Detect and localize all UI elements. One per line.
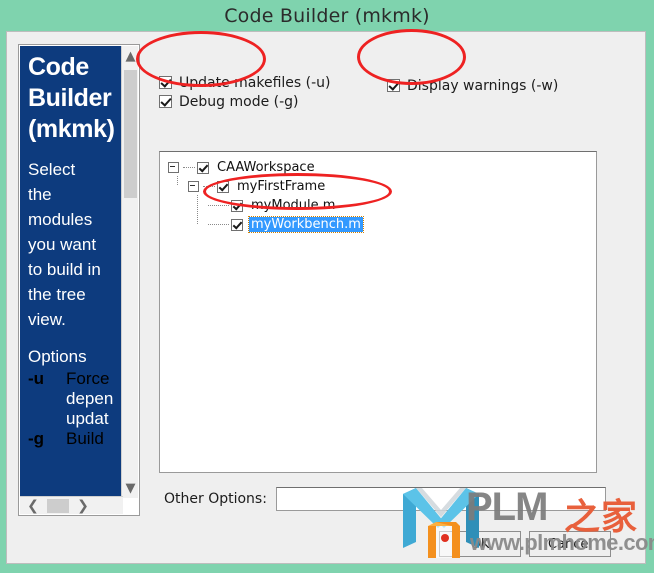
help-desc-line-7: view.	[28, 310, 66, 329]
tree-connector-line	[177, 176, 179, 185]
tree-node-checkbox[interactable]	[231, 199, 243, 212]
tree-node-checkbox[interactable]	[231, 218, 243, 231]
other-options-input[interactable]	[275, 487, 606, 511]
help-option-g: -g Build	[28, 429, 123, 449]
tree-node-label: myModule.m	[251, 198, 336, 213]
help-title-line-1: Code	[28, 53, 89, 81]
page-title: Code Builder (mkmk)	[224, 4, 430, 27]
tree-node-mymodule[interactable]: myModule.m	[208, 196, 596, 215]
help-title-line-2: Builder	[28, 84, 112, 112]
checkbox-display-warnings-box[interactable]	[387, 79, 400, 92]
checkbox-debug-mode[interactable]: Debug mode (-g)	[159, 93, 299, 110]
help-desc-line-5: to build in	[28, 260, 101, 279]
tree-node-caaworkspace[interactable]: CAAWorkspace	[168, 158, 596, 177]
window-title-bar: Code Builder (mkmk)	[0, 0, 654, 31]
help-desc-line-6: the tree	[28, 285, 86, 304]
checkbox-display-warnings-label: Display warnings (-w)	[407, 77, 559, 94]
help-panel-container: Code Builder (mkmk) Select the modules y…	[18, 44, 140, 516]
tree-node-myworkbench[interactable]: myWorkbench.m	[208, 215, 596, 234]
tree-node-checkbox[interactable]	[217, 180, 229, 193]
help-options-heading: Options	[28, 347, 87, 366]
code-builder-dialog: Code Builder (mkmk) Select the modules y…	[6, 31, 646, 564]
tree-connector-line	[197, 195, 199, 224]
checkbox-display-warnings[interactable]: Display warnings (-w)	[387, 77, 558, 94]
chevron-up-icon[interactable]: ▲	[122, 46, 139, 66]
chevron-down-icon[interactable]: ▼	[122, 478, 139, 498]
help-desc-line-2: the	[28, 185, 52, 204]
help-spacer-1	[28, 145, 123, 157]
tree-node-label-selected: myWorkbench.m	[248, 216, 364, 233]
help-panel-horizontal-scrollbar[interactable]: ❮ ❯	[20, 496, 123, 514]
help-option-u-text-1: Force	[66, 369, 110, 388]
help-option-u-text-2: depen	[66, 389, 114, 408]
help-option-g-text-1: Build	[66, 429, 104, 448]
checkbox-update-makefiles[interactable]: Update makefiles (-u)	[159, 74, 331, 91]
tree-dotted-line	[208, 204, 229, 207]
tree-node-checkbox[interactable]	[197, 161, 209, 174]
help-spacer-2	[28, 332, 123, 344]
checkbox-debug-mode-label: Debug mode (-g)	[179, 93, 299, 110]
help-title-line-3: (mkmk)	[28, 115, 115, 143]
collapse-minus-icon[interactable]	[168, 162, 179, 173]
tree-node-label: myFirstFrame	[237, 179, 326, 194]
ok-button[interactable]: OK	[439, 531, 521, 557]
tree-dotted-line	[183, 166, 195, 169]
help-option-u-flag: -u	[28, 369, 45, 388]
help-option-g-flag: -g	[28, 429, 45, 448]
tree-dotted-line	[208, 223, 229, 226]
help-desc-line-1: Select	[28, 160, 76, 179]
horizontal-scrollbar-thumb[interactable]	[47, 499, 69, 513]
checkbox-debug-mode-box[interactable]	[159, 95, 172, 108]
tree-node-label: CAAWorkspace	[217, 160, 315, 175]
checkbox-update-makefiles-label: Update makefiles (-u)	[179, 74, 331, 91]
help-option-u: -u Force	[28, 369, 123, 389]
tree-node-myfirstframe[interactable]: myFirstFrame	[188, 177, 596, 196]
module-tree-view[interactable]: CAAWorkspace myFirstFrame myModule.m myW…	[159, 151, 597, 473]
help-panel-vertical-scrollbar[interactable]: ▲ ▼	[121, 46, 138, 498]
help-option-u-text-3: updat	[66, 409, 109, 428]
help-panel: Code Builder (mkmk) Select the modules y…	[20, 46, 123, 498]
cancel-button[interactable]: Cancel	[529, 531, 611, 557]
help-desc-line-3: modules	[28, 210, 93, 229]
checkbox-update-makefiles-box[interactable]	[159, 76, 172, 89]
help-desc-line-4: you want	[28, 235, 97, 254]
tree-dotted-line	[203, 185, 215, 188]
other-options-row: Other Options:	[164, 487, 606, 511]
chevron-right-icon[interactable]: ❯	[72, 497, 94, 515]
collapse-minus-icon[interactable]	[188, 181, 199, 192]
other-options-label: Other Options:	[164, 491, 267, 507]
chevron-left-icon[interactable]: ❮	[22, 497, 44, 515]
vertical-scrollbar-thumb[interactable]	[124, 70, 137, 198]
